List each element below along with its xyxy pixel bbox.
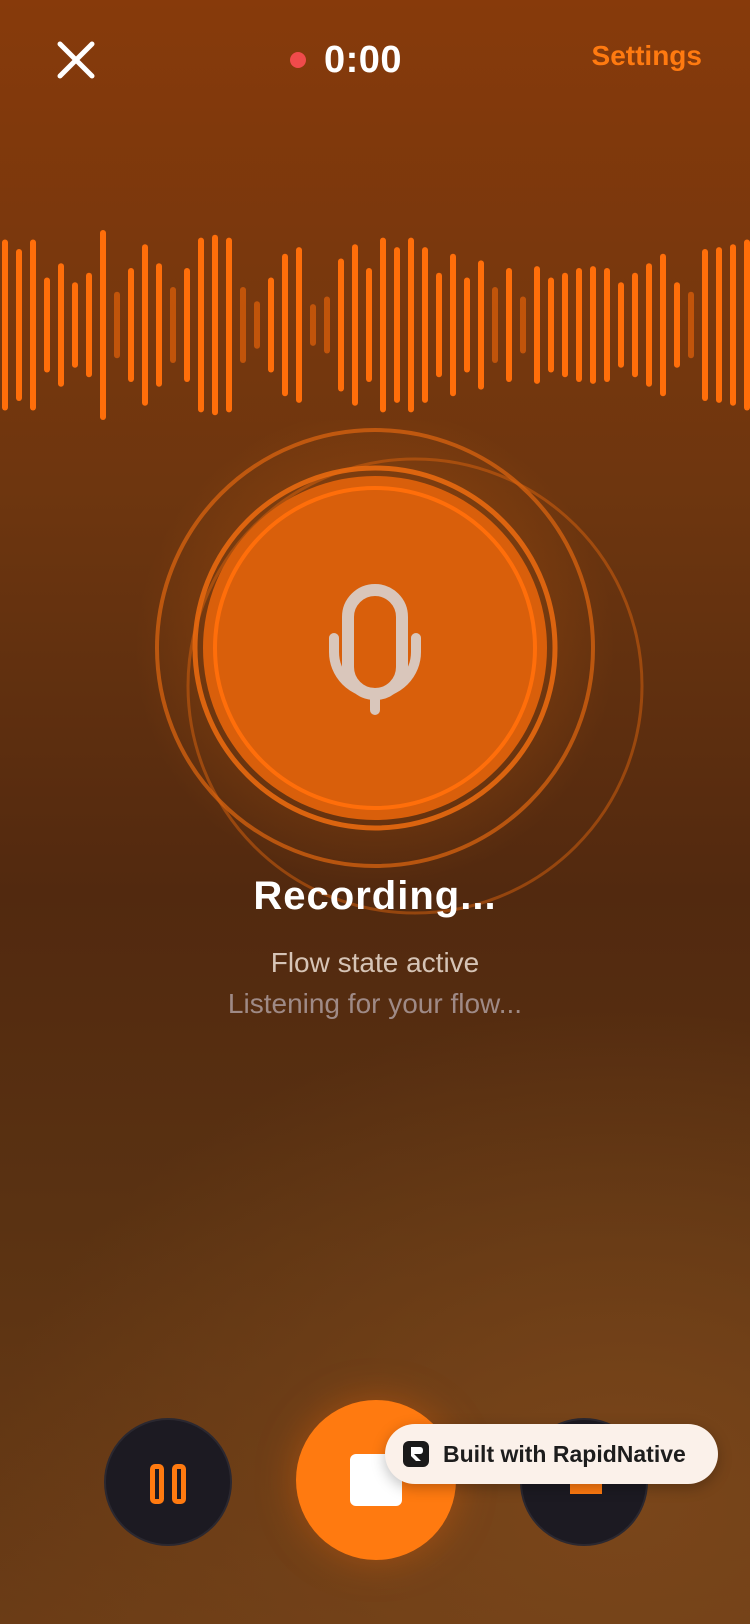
recording-timer: 0:00: [290, 38, 402, 82]
waveform-bar: [16, 249, 22, 401]
recording-status-hint: Listening for your flow...: [227, 988, 523, 1019]
waveform-bar: [2, 239, 8, 411]
badge-text: Built with RapidNative: [443, 1440, 686, 1467]
waveform-bar: [492, 287, 498, 363]
waveform-bar: [212, 234, 218, 416]
waveform-bar: [156, 263, 162, 387]
top-bar: 0:00 Settings: [0, 0, 750, 120]
waveform-bar: [142, 244, 148, 406]
waveform-bar: [114, 291, 120, 359]
waveform-bar: [590, 266, 596, 384]
waveform-bar: [436, 272, 442, 378]
waveform-bar: [534, 266, 540, 384]
mic-button[interactable]: [203, 476, 547, 820]
waveform-bar: [674, 282, 680, 368]
waveform-bar: [170, 287, 176, 363]
pause-icon-bar-left: [150, 1464, 164, 1504]
microphone-visualizer: [135, 420, 644, 915]
waveform-bar: [520, 296, 526, 354]
pause-button[interactable]: [104, 1418, 232, 1546]
waveform-bar: [366, 268, 372, 382]
pause-icon-bar-right: [172, 1464, 186, 1504]
record-indicator-dot: [290, 52, 306, 68]
waveform-bar: [352, 244, 358, 406]
waveform-bar: [716, 247, 722, 403]
waveform-bar: [58, 263, 64, 387]
built-with-badge[interactable]: Built with RapidNative: [385, 1424, 718, 1484]
waveform-bar: [450, 253, 456, 397]
waveform-bar: [240, 287, 246, 363]
waveform-bar: [506, 268, 512, 382]
waveform-bar: [422, 247, 428, 403]
waveform-bar: [464, 277, 470, 373]
waveform-bar: [702, 249, 708, 401]
waveform-bar: [296, 247, 302, 403]
recording-status-subtitle: Flow state active: [270, 947, 480, 978]
waveform-bar: [338, 258, 344, 392]
waveform-bar: [44, 277, 50, 373]
waveform-bar: [310, 304, 316, 346]
waveform-bar: [562, 272, 568, 378]
waveform-bar: [394, 247, 400, 403]
waveform-bar: [128, 268, 134, 382]
waveform-bar: [576, 268, 582, 382]
waveform-bar: [618, 282, 624, 368]
waveform-bar: [86, 272, 92, 378]
recording-status-title: Recording...: [253, 874, 497, 918]
waveform-bar: [632, 272, 638, 378]
waveform-bar: [268, 277, 274, 373]
audio-waveform: [2, 230, 750, 420]
timer-text: 0:00: [324, 38, 403, 81]
waveform-bar: [226, 237, 232, 413]
waveform-bar: [324, 296, 330, 354]
waveform-bar: [730, 244, 736, 406]
waveform-bar: [660, 253, 666, 397]
waveform-bar: [688, 291, 694, 359]
waveform-bar: [30, 239, 36, 411]
waveform-bar: [478, 260, 484, 390]
waveform-bar: [604, 268, 610, 382]
waveform-bar: [100, 230, 106, 420]
waveform-bar: [254, 301, 260, 349]
close-icon: [57, 41, 95, 79]
waveform-bar: [646, 263, 652, 387]
waveform-bar: [72, 282, 78, 368]
waveform-bar: [408, 237, 414, 413]
close-button[interactable]: [56, 40, 96, 80]
waveform-bar: [744, 239, 750, 411]
rapidnative-logo: [403, 1441, 429, 1467]
waveform-bar: [380, 237, 386, 413]
waveform-bar: [548, 277, 554, 373]
waveform-bar: [282, 253, 288, 397]
waveform-bar: [198, 237, 204, 413]
waveform-bar: [184, 268, 190, 382]
settings-link[interactable]: Settings: [592, 40, 702, 72]
